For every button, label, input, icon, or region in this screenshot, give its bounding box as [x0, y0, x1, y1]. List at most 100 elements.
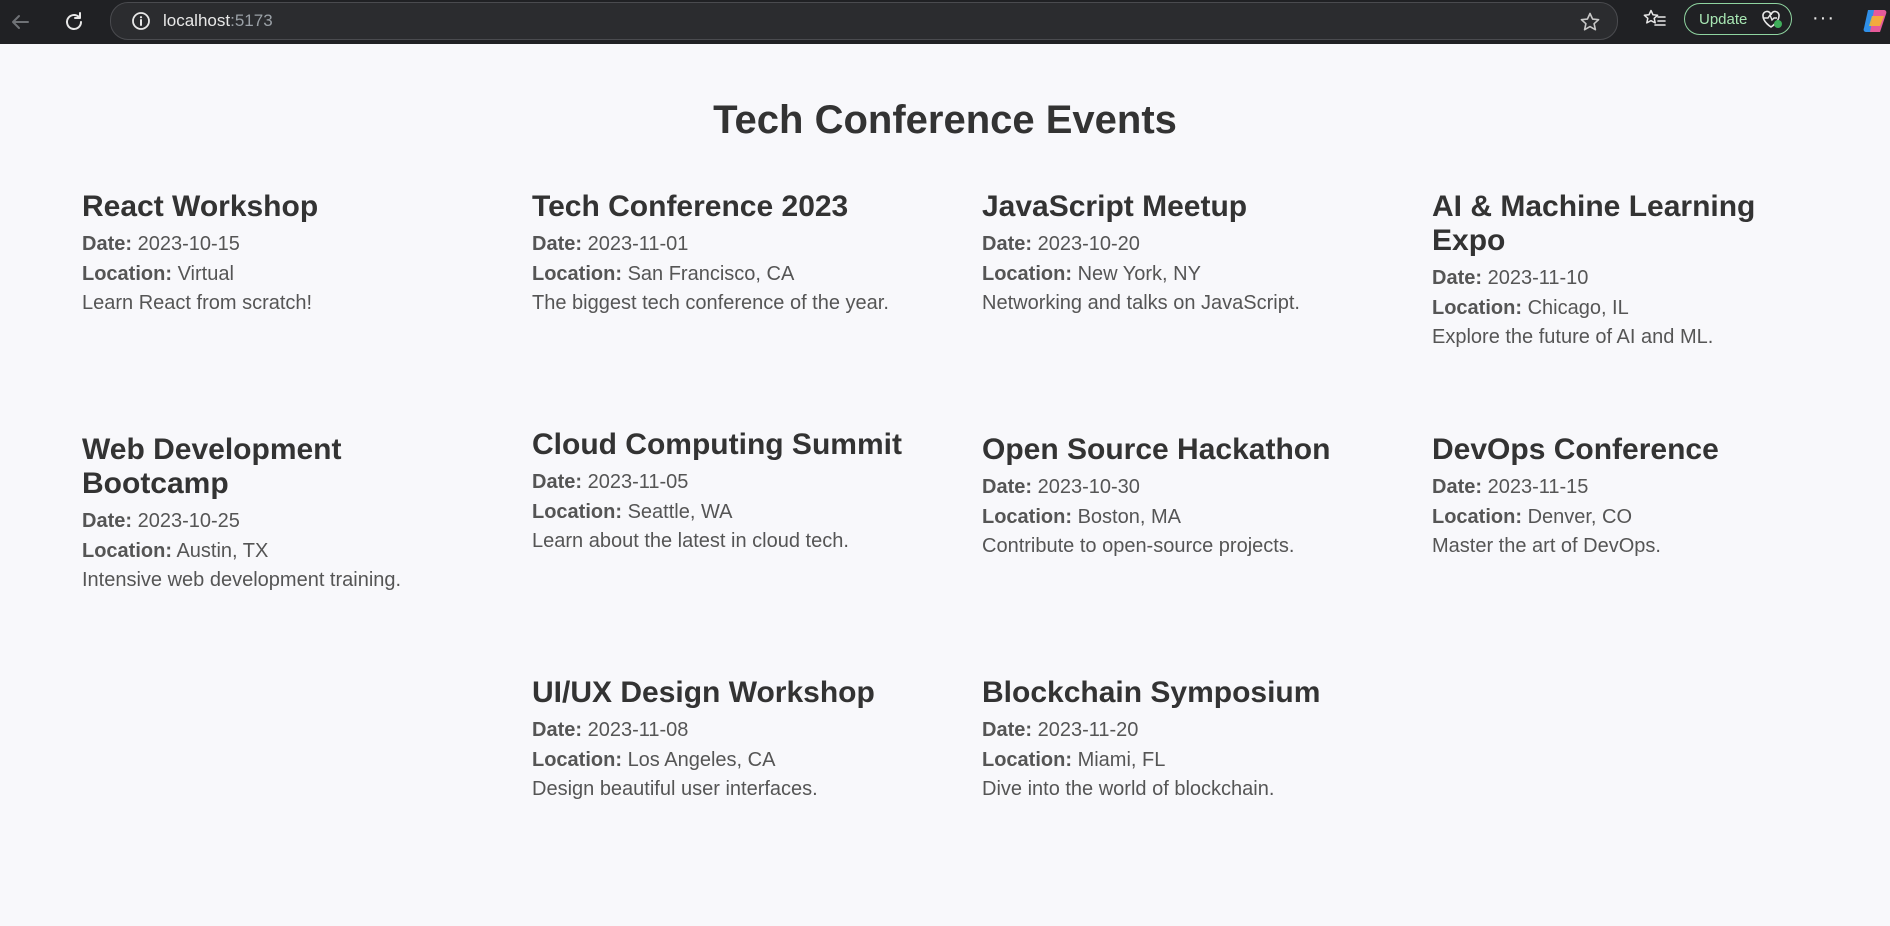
update-label: Update: [1699, 10, 1748, 28]
event-description: Design beautiful user interfaces.: [532, 778, 818, 800]
event-location: Location: Miami, FL: [982, 746, 1382, 776]
event-date: Date: 2023-11-20: [982, 716, 1382, 746]
event-description: Learn about the latest in cloud tech.: [532, 530, 849, 552]
arrow-left-icon: [12, 15, 29, 29]
location-label: Location:: [532, 262, 622, 285]
event-location: Location: Austin, TX: [82, 537, 402, 567]
url-text: localhost:5173: [163, 11, 273, 31]
location-value: Seattle, WA: [627, 500, 733, 523]
location-value: Austin, TX: [176, 539, 269, 562]
date-value: 2023-10-20: [1037, 233, 1140, 255]
location-value: Virtual: [177, 262, 234, 285]
date-value: 2023-11-05: [587, 471, 689, 493]
event-title: Blockchain Symposium: [982, 676, 1321, 709]
location-label: Location:: [82, 262, 172, 285]
reload-icon: [66, 12, 82, 30]
location-value: Chicago, IL: [1527, 296, 1629, 319]
browser-toolbar: localhost:5173 Update ···: [0, 0, 1890, 44]
date-label: Date:: [532, 471, 583, 493]
location-value: Boston, MA: [1077, 505, 1181, 528]
event-card: DevOps Conference Date: 2023-11-15 Locat…: [1432, 433, 1832, 562]
event-date: Date: 2023-10-25: [82, 507, 402, 537]
event-description: Networking and talks on JavaScript.: [982, 292, 1300, 314]
date-label: Date:: [1432, 476, 1483, 498]
location-value: Miami, FL: [1077, 748, 1166, 771]
date-label: Date:: [982, 476, 1033, 498]
event-card: AI & Machine Learning Expo Date: 2023-11…: [1432, 190, 1792, 353]
event-description: The biggest tech conference of the year.: [532, 292, 889, 314]
event-card: Tech Conference 2023 Date: 2023-11-01 Lo…: [532, 190, 932, 319]
site-info-icon[interactable]: [131, 11, 151, 31]
copilot-icon[interactable]: [1862, 8, 1890, 39]
date-label: Date:: [532, 719, 583, 741]
event-card: Blockchain Symposium Date: 2023-11-20 Lo…: [982, 676, 1382, 805]
location-label: Location:: [532, 500, 622, 523]
event-title: JavaScript Meetup: [982, 190, 1248, 223]
date-label: Date:: [982, 233, 1033, 255]
event-location: Location: Boston, MA: [982, 503, 1382, 533]
event-location: Location: Virtual: [82, 260, 482, 290]
location-label: Location:: [82, 539, 172, 562]
event-date: Date: 2023-10-30: [982, 473, 1382, 503]
location-value: Los Angeles, CA: [627, 748, 776, 771]
event-location: Location: Chicago, IL: [1432, 294, 1792, 324]
date-value: 2023-11-20: [1037, 719, 1139, 741]
location-label: Location:: [1432, 505, 1522, 528]
event-description: Intensive web development training.: [82, 569, 402, 591]
event-card: React Workshop Date: 2023-10-15 Location…: [82, 190, 482, 319]
event-title: React Workshop: [82, 190, 319, 223]
event-date: Date: 2023-11-08: [532, 716, 932, 746]
event-description: Master the art of DevOps.: [1432, 535, 1661, 557]
date-value: 2023-10-25: [137, 510, 240, 532]
favorite-star-icon[interactable]: [1579, 11, 1601, 38]
address-bar[interactable]: localhost:5173: [110, 2, 1618, 40]
date-value: 2023-11-01: [587, 233, 689, 255]
more-options-icon[interactable]: ···: [1812, 8, 1835, 28]
location-label: Location:: [532, 748, 622, 771]
date-value: 2023-10-15: [137, 233, 240, 255]
reload-button[interactable]: [56, 4, 92, 40]
event-card: UI/UX Design Workshop Date: 2023-11-08 L…: [532, 676, 932, 805]
update-button[interactable]: Update: [1684, 3, 1792, 35]
location-value: New York, NY: [1077, 262, 1201, 285]
location-label: Location:: [982, 262, 1072, 285]
event-date: Date: 2023-10-15: [82, 230, 482, 260]
location-label: Location:: [982, 505, 1072, 528]
date-value: 2023-11-15: [1487, 476, 1589, 498]
event-date: Date: 2023-11-15: [1432, 473, 1832, 503]
event-title: UI/UX Design Workshop: [532, 676, 875, 709]
event-title: Cloud Computing Summit: [532, 428, 902, 461]
location-value: Denver, CO: [1527, 505, 1633, 528]
event-description: Learn React from scratch!: [82, 292, 313, 314]
location-value: San Francisco, CA: [627, 262, 795, 285]
event-title: Tech Conference 2023: [532, 190, 849, 223]
back-button[interactable]: [2, 4, 38, 40]
date-value: 2023-10-30: [1037, 476, 1140, 498]
event-card: Open Source Hackathon Date: 2023-10-30 L…: [982, 433, 1382, 562]
url-host: localhost: [163, 11, 231, 30]
event-card: Web Development Bootcamp Date: 2023-10-2…: [82, 433, 402, 596]
date-label: Date:: [82, 233, 133, 255]
event-title: Web Development Bootcamp: [82, 433, 342, 500]
event-title: DevOps Conference: [1432, 433, 1719, 466]
event-location: Location: New York, NY: [982, 260, 1382, 290]
page-title: Tech Conference Events: [713, 98, 1177, 142]
event-location: Location: San Francisco, CA: [532, 260, 932, 290]
event-description: Explore the future of AI and ML.: [1432, 326, 1714, 348]
event-card: Cloud Computing Summit Date: 2023-11-05 …: [532, 428, 932, 557]
event-date: Date: 2023-11-10: [1432, 264, 1792, 294]
date-label: Date:: [532, 233, 583, 255]
event-location: Location: Denver, CO: [1432, 503, 1832, 533]
heart-pulse-icon: [1762, 10, 1783, 28]
favorites-icon[interactable]: [1643, 8, 1667, 35]
event-date: Date: 2023-11-05: [532, 468, 932, 498]
date-label: Date:: [82, 510, 133, 532]
event-description: Dive into the world of blockchain.: [982, 778, 1275, 800]
event-description: Contribute to open-source projects.: [982, 535, 1295, 557]
date-label: Date:: [1432, 267, 1483, 289]
event-title: Open Source Hackathon: [982, 433, 1331, 466]
event-date: Date: 2023-10-20: [982, 230, 1382, 260]
location-label: Location:: [982, 748, 1072, 771]
event-location: Location: Seattle, WA: [532, 498, 932, 528]
date-label: Date:: [982, 719, 1033, 741]
